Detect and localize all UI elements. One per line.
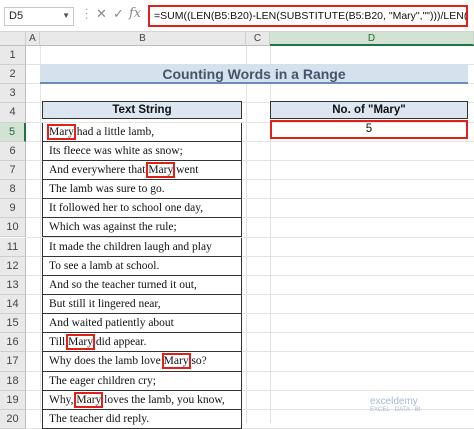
text-string-cell[interactable]: Why does the lamb love Mary so?	[42, 352, 242, 372]
text-fragment: Its fleece was white as snow;	[49, 144, 183, 157]
text-string-cell[interactable]: Why, Mary loves the lamb, you know,	[42, 390, 242, 410]
text-fragment: did appear.	[93, 336, 147, 349]
formula-bar: D5 ▼ ⋮ ✕ ✓ fx =SUM((LEN(B5:B20)-LEN(SUBS…	[0, 0, 474, 32]
row-header-17[interactable]: 17	[0, 352, 26, 372]
row-header-13[interactable]: 13	[0, 275, 26, 295]
text-fragment: had a little lamb,	[73, 125, 155, 138]
row-header-15[interactable]: 15	[0, 314, 26, 334]
text-string-cell[interactable]: But still it lingered near,	[42, 294, 242, 315]
row-header-18[interactable]: 18	[0, 371, 26, 391]
sheet-title: Counting Words in a Range	[40, 64, 468, 84]
text-fragment: The eager children cry;	[49, 374, 156, 387]
row-header-3[interactable]: 3	[0, 84, 26, 104]
name-box-value: D5	[9, 10, 24, 22]
text-string-cell[interactable]: To see a lamb at school.	[42, 256, 242, 276]
formula-input[interactable]: =SUM((LEN(B5:B20)-LEN(SUBSTITUTE(B5:B20,…	[148, 5, 468, 27]
column-header-d[interactable]: D	[270, 32, 474, 46]
row-header-5[interactable]: 5	[0, 122, 26, 142]
text-string-cell[interactable]: The eager children cry;	[42, 371, 242, 391]
text-fragment: And so the teacher turned it out,	[49, 278, 197, 291]
text-fragment: went	[173, 163, 199, 176]
text-string-header[interactable]: Text String	[42, 101, 242, 119]
more-options-icon[interactable]: ⋮	[80, 6, 93, 22]
chevron-down-icon[interactable]: ▼	[62, 11, 70, 20]
row-header-9[interactable]: 9	[0, 199, 26, 219]
row-header-19[interactable]: 19	[0, 390, 26, 410]
text-fragment: Why,	[49, 393, 77, 406]
row-header-8[interactable]: 8	[0, 180, 26, 200]
row-header-14[interactable]: 14	[0, 294, 26, 315]
text-fragment: And everywhere that	[49, 163, 149, 176]
text-fragment: And waited patiently about	[49, 317, 174, 330]
enter-icon[interactable]: ✓	[113, 6, 124, 22]
watermark-tagline: EXCEL · DATA · BI	[370, 407, 421, 413]
text-string-cell[interactable]: The lamb was sure to go.	[42, 180, 242, 200]
text-fragment: It followed her to school one day,	[49, 202, 204, 215]
text-string-cell[interactable]: Mary had a little lamb,	[42, 122, 242, 142]
text-string-cell[interactable]: And so the teacher turned it out,	[42, 275, 242, 295]
column-gridline	[246, 46, 247, 423]
row-header-4[interactable]: 4	[0, 103, 26, 123]
text-fragment: Why does the lamb love	[49, 355, 164, 368]
row-header-11[interactable]: 11	[0, 237, 26, 257]
name-box[interactable]: D5 ▼	[4, 7, 74, 26]
text-string-cell[interactable]: Till Mary did appear.	[42, 333, 242, 353]
column-header-c[interactable]: C	[246, 32, 270, 46]
text-fragment: Till	[49, 336, 69, 349]
row-header-2[interactable]: 2	[0, 65, 26, 85]
select-all-corner[interactable]	[0, 32, 26, 46]
exceldemy-watermark: exceldemy EXCEL · DATA · BI	[370, 396, 421, 413]
text-string-cell[interactable]: And everywhere that Mary went	[42, 160, 242, 181]
row-header-1[interactable]: 1	[0, 46, 26, 66]
text-fragment: The lamb was sure to go.	[49, 183, 165, 196]
column-header-b[interactable]: B	[40, 32, 246, 46]
text-string-cell[interactable]: Its fleece was white as snow;	[42, 141, 242, 161]
highlighted-word: Mary	[66, 334, 96, 351]
row-header-6[interactable]: 6	[0, 141, 26, 161]
text-fragment: so?	[188, 355, 207, 368]
text-fragment: loves the lamb, you know,	[101, 393, 225, 406]
text-fragment: To see a lamb at school.	[49, 259, 160, 272]
text-string-cell[interactable]: And waited patiently about	[42, 314, 242, 334]
highlighted-word: Mary	[161, 353, 191, 370]
text-string-cell[interactable]: Which was against the rule;	[42, 218, 242, 238]
row-header-10[interactable]: 10	[0, 218, 26, 238]
row-header-12[interactable]: 12	[0, 256, 26, 276]
highlighted-word: Mary	[47, 123, 76, 140]
text-fragment: The teacher did reply.	[49, 412, 150, 425]
column-header-a[interactable]: A	[26, 32, 40, 46]
watermark-brand: exceldemy	[370, 396, 418, 407]
cancel-icon[interactable]: ✕	[96, 6, 107, 22]
column-gridline	[40, 46, 41, 423]
text-fragment: Which was against the rule;	[49, 221, 177, 234]
highlighted-word: Mary	[74, 391, 104, 408]
text-string-cell[interactable]: The teacher did reply.	[42, 409, 242, 429]
text-string-cell[interactable]: It made the children laugh and play	[42, 237, 242, 257]
highlighted-word: Mary	[146, 161, 176, 178]
row-header-7[interactable]: 7	[0, 160, 26, 181]
row-header-16[interactable]: 16	[0, 333, 26, 353]
text-fragment: It made the children laugh and play	[49, 240, 212, 253]
text-fragment: But still it lingered near,	[49, 297, 161, 310]
result-cell[interactable]: 5	[270, 120, 468, 139]
text-string-cell[interactable]: It followed her to school one day,	[42, 199, 242, 219]
result-header[interactable]: No. of "Mary"	[270, 101, 468, 119]
row-header-20[interactable]: 20	[0, 409, 26, 429]
function-icon[interactable]: fx	[129, 6, 141, 21]
